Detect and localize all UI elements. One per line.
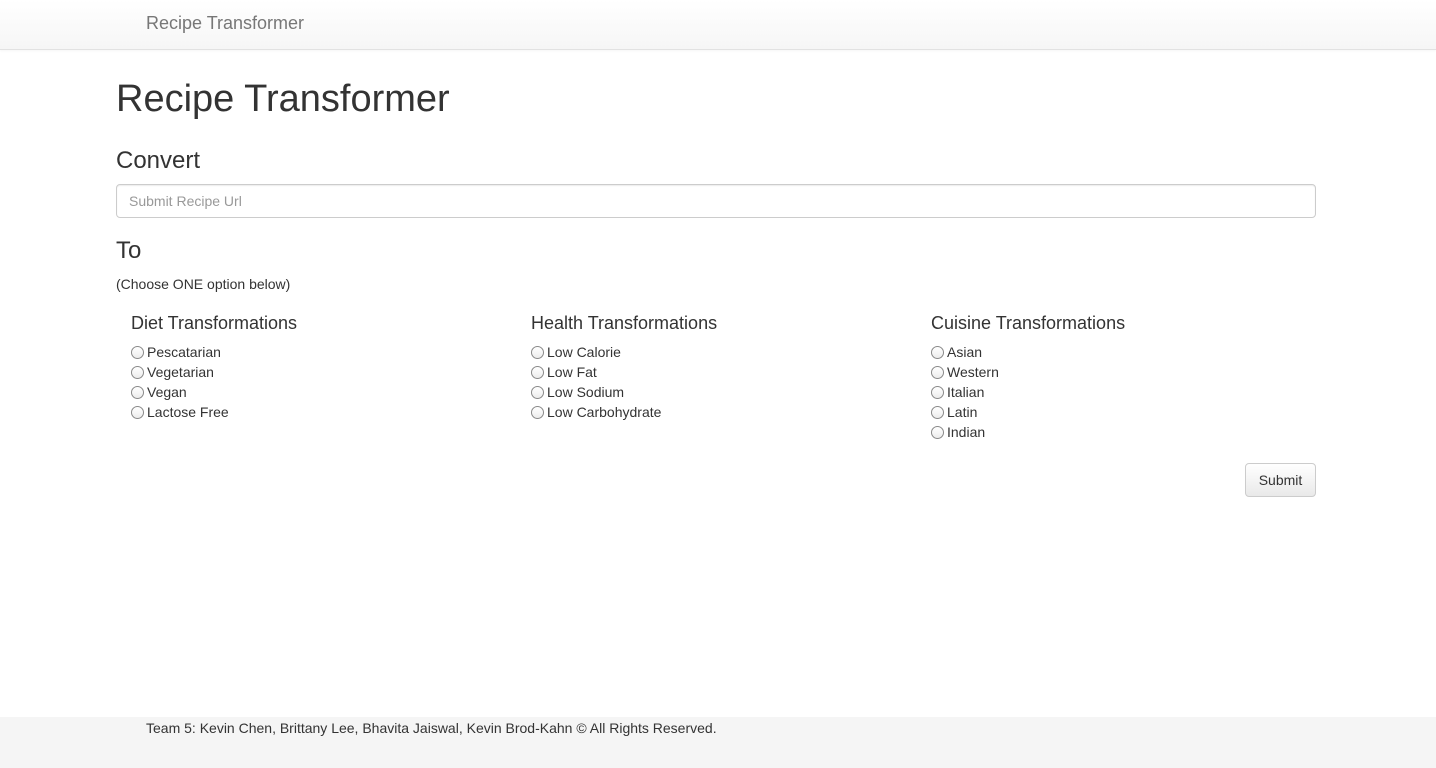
group-title-diet: Diet Transformations <box>131 313 298 333</box>
radio-label: Indian <box>947 424 986 440</box>
radio-button[interactable] <box>931 405 944 419</box>
radio-option-vegan[interactable]: Vegan <box>131 382 511 402</box>
radio-option-low-sodium[interactable]: Low Sodium <box>531 382 911 402</box>
footer: Team 5: Kevin Chen, Brittany Lee, Bhavit… <box>0 717 1436 768</box>
radio-button[interactable] <box>931 425 944 439</box>
radio-label: Low Sodium <box>547 384 625 400</box>
convert-heading: Convert <box>116 147 201 174</box>
radio-label: Vegan <box>147 384 187 400</box>
radio-option-low-fat[interactable]: Low Fat <box>531 362 911 382</box>
footer-credits: Team 5: Kevin Chen, Brittany Lee, Bhavit… <box>146 720 717 736</box>
radio-option-low-calorie[interactable]: Low Calorie <box>531 342 911 362</box>
radio-option-asian[interactable]: Asian <box>931 342 1311 362</box>
radio-button[interactable] <box>131 385 144 399</box>
radio-button[interactable] <box>531 365 544 379</box>
radio-label: Asian <box>947 344 983 360</box>
radio-label: Low Fat <box>547 364 597 380</box>
radio-option-italian[interactable]: Italian <box>931 382 1311 402</box>
page-title: Recipe Transformer <box>116 78 450 120</box>
radio-button[interactable] <box>531 405 544 419</box>
radio-label: Lactose Free <box>147 404 229 420</box>
radio-label: Western <box>947 364 999 380</box>
radio-label: Latin <box>947 404 978 420</box>
radio-option-indian[interactable]: Indian <box>931 422 1311 442</box>
radio-label: Vegetarian <box>147 364 214 380</box>
navbar-brand-link[interactable]: Recipe Transformer <box>146 13 304 34</box>
radio-button[interactable] <box>131 365 144 379</box>
radio-option-western[interactable]: Western <box>931 362 1311 382</box>
health-transformations-group: Health Transformations Low Calorie Low F… <box>531 313 911 422</box>
group-title-health: Health Transformations <box>531 313 718 333</box>
radio-option-pescatarian[interactable]: Pescatarian <box>131 342 511 362</box>
radio-option-latin[interactable]: Latin <box>931 402 1311 422</box>
radio-label: Low Carbohydrate <box>547 404 662 420</box>
recipe-url-input[interactable] <box>116 184 1316 218</box>
radio-button[interactable] <box>531 345 544 359</box>
submit-button[interactable]: Submit <box>1245 463 1316 497</box>
diet-transformations-group: Diet Transformations Pescatarian Vegetar… <box>131 313 511 422</box>
radio-button[interactable] <box>931 365 944 379</box>
radio-option-vegetarian[interactable]: Vegetarian <box>131 362 511 382</box>
radio-button[interactable] <box>531 385 544 399</box>
cuisine-transformations-group: Cuisine Transformations Asian Western It… <box>931 313 1311 442</box>
radio-option-low-carbohydrate[interactable]: Low Carbohydrate <box>531 402 911 422</box>
radio-label: Low Calorie <box>547 344 621 360</box>
to-heading: To <box>116 237 142 264</box>
radio-button[interactable] <box>131 405 144 419</box>
radio-label: Italian <box>947 384 985 400</box>
radio-label: Pescatarian <box>147 344 221 360</box>
radio-button[interactable] <box>931 385 944 399</box>
navbar: Recipe Transformer <box>0 0 1436 50</box>
instruction-text: (Choose ONE option below) <box>116 276 291 292</box>
radio-option-lactose-free[interactable]: Lactose Free <box>131 402 511 422</box>
group-title-cuisine: Cuisine Transformations <box>931 313 1126 333</box>
radio-button[interactable] <box>131 345 144 359</box>
radio-button[interactable] <box>931 345 944 359</box>
